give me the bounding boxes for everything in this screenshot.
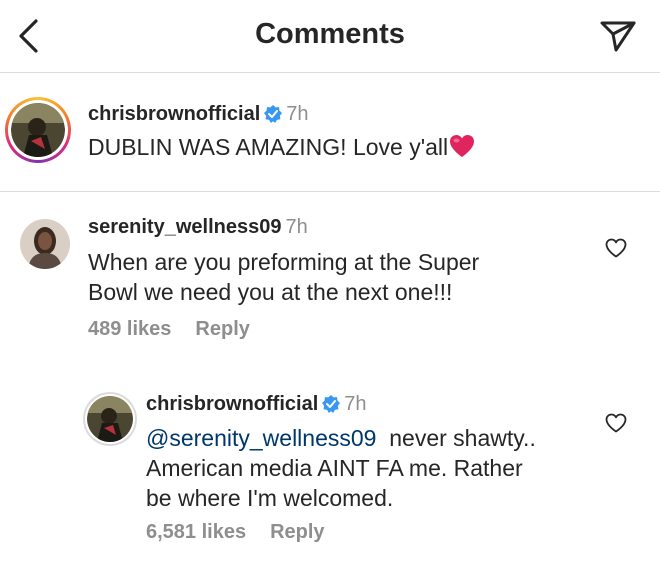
caption-text: DUBLIN WAS AMAZING! Love y'all [88, 132, 476, 162]
page-title: Comments [255, 18, 405, 50]
reply-username[interactable]: chrisbrownofficial 7h [146, 393, 367, 416]
reply-line: American media AINT FA me. Rather [146, 455, 523, 481]
avatar-photo [20, 219, 70, 269]
avatar[interactable] [83, 392, 137, 446]
red-heart-emoji-icon [450, 135, 475, 157]
timestamp: 7h [286, 103, 309, 125]
comment-line: Bowl we need you at the next one!!! [88, 279, 453, 305]
reply-text: @serenity_wellness09 never shawty.. Amer… [146, 423, 616, 513]
caption-text-content: DUBLIN WAS AMAZING! Love y'all [88, 134, 449, 160]
avatar-photo [11, 103, 65, 157]
avatar[interactable] [20, 219, 70, 269]
share-button[interactable] [594, 14, 642, 58]
timestamp: 7h [344, 393, 367, 415]
comment-line: When are you preforming at the Super [88, 249, 480, 275]
like-count[interactable]: 489 likes [88, 318, 171, 340]
caption-divider [0, 191, 660, 192]
comment-meta: 489 likes Reply [88, 318, 250, 341]
comment-username[interactable]: serenity_wellness09 7h [88, 216, 308, 239]
reply-line-rest: never shawty.. [389, 425, 536, 451]
username-text[interactable]: serenity_wellness09 [88, 216, 281, 238]
avatar[interactable] [5, 97, 71, 163]
reply-button[interactable]: Reply [195, 318, 249, 340]
avatar-photo [87, 396, 133, 442]
like-button[interactable] [601, 408, 631, 438]
reply-line: be where I'm welcomed. [146, 485, 394, 511]
header-divider [0, 72, 660, 73]
caption-username[interactable]: chrisbrownofficial 7h [88, 103, 309, 126]
reply-meta: 6,581 likes Reply [146, 521, 325, 544]
paper-plane-icon [600, 21, 636, 52]
comment-text: When are you preforming at the Super Bow… [88, 247, 479, 307]
username-text[interactable]: chrisbrownofficial [146, 393, 318, 415]
timestamp: 7h [285, 216, 308, 238]
reply-button[interactable]: Reply [270, 521, 324, 543]
like-button[interactable] [601, 233, 631, 263]
mention-link[interactable]: @serenity_wellness09 [146, 425, 376, 451]
heart-outline-icon [605, 238, 627, 258]
heart-outline-icon [605, 413, 627, 433]
verified-badge-icon [264, 105, 283, 123]
like-count[interactable]: 6,581 likes [146, 521, 246, 543]
header-bar: Comments [0, 0, 660, 72]
username-text[interactable]: chrisbrownofficial [88, 103, 260, 125]
reply-line: @serenity_wellness09 never shawty.. [146, 423, 616, 453]
verified-badge-icon [322, 395, 341, 413]
